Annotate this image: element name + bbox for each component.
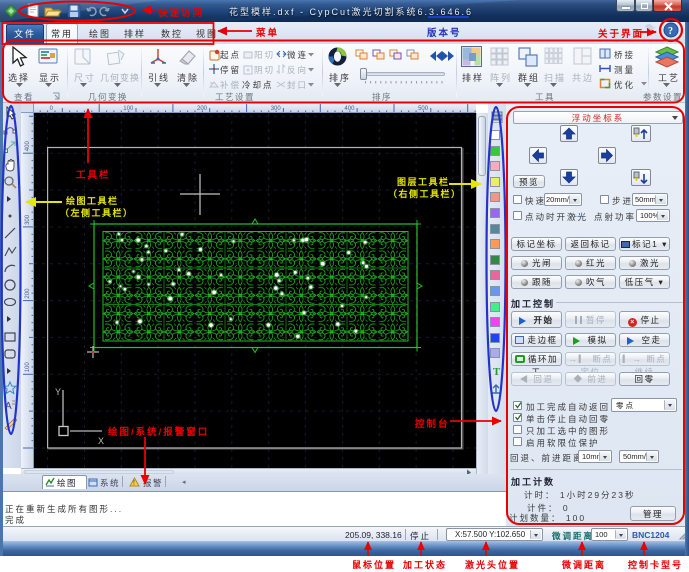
svg-text:!: ! bbox=[133, 480, 135, 487]
svg-text:300: 300 bbox=[25, 214, 31, 225]
svg-text:400: 400 bbox=[344, 106, 355, 112]
svg-text:X: X bbox=[98, 436, 104, 446]
svg-text:300: 300 bbox=[271, 106, 282, 112]
svg-text:400: 400 bbox=[25, 141, 31, 152]
svg-text:200: 200 bbox=[197, 106, 208, 112]
svg-text:100: 100 bbox=[123, 106, 134, 112]
svg-text:100: 100 bbox=[25, 362, 31, 373]
svg-text:Y: Y bbox=[55, 387, 61, 397]
svg-text:200: 200 bbox=[25, 288, 31, 299]
svg-text:500: 500 bbox=[418, 106, 429, 112]
svg-text:A: A bbox=[5, 401, 12, 412]
svg-text:0: 0 bbox=[50, 106, 54, 112]
